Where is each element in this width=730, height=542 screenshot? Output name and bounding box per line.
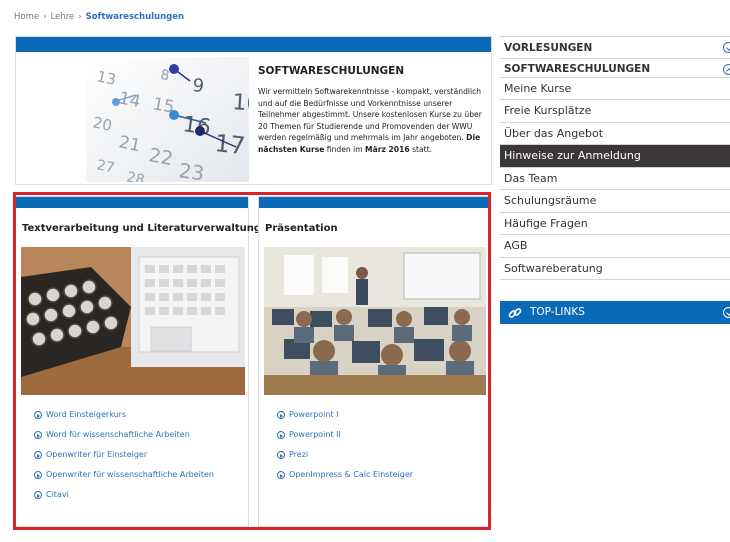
calendar-illustration: 13 14 15 16 17 20 21 22 23 8 9 10 27 28 [86,57,249,182]
sidebar-item-meine-kurse[interactable]: Meine Kurse [500,78,730,100]
cal-number: 22 [147,144,175,170]
hero-top-bar [16,37,491,52]
sidebar-item-label: Über das Angebot [504,126,604,140]
sidebar-item-label: Häufige Fragen [504,216,588,230]
breadcrumb-home[interactable]: Home [14,12,39,22]
hero-text-block: SOFTWARESCHULUNGEN Wir vermitteln Softwa… [258,65,488,156]
sidebar-item-label: Meine Kurse [504,81,572,95]
hero-title: SOFTWARESCHULUNGEN [258,65,405,77]
hero-description: Wir vermitteln Softwarekenntnisse - komp… [258,86,488,156]
sidebar-item-label: Hinweise zur Anmeldung [504,149,641,162]
sidebar-item-label: Schulungsräume [504,194,597,207]
sidebar-item-label: Das Team [504,171,558,185]
cal-number: 9 [191,75,205,97]
sidebar-item-hinweise-zur-anmeldung[interactable]: Hinweise zur Anmeldung [500,145,730,168]
sidebar-group-softwareschulungen: SOFTWARESCHULUNGEN [500,59,730,78]
sidebar-item-label: AGB [504,239,528,252]
sidebar-section-label: SOFTWARESCHULUNGEN [504,62,651,75]
breadcrumb-separator: › [43,12,47,22]
sidebar-item-softwareberatung[interactable]: Softwareberatung [500,258,730,280]
chevron-up-icon[interactable] [723,63,730,75]
cal-number: 16 [181,112,212,141]
sidebar-item-ueber-das-angebot[interactable]: Über das Angebot [500,123,730,145]
hero-teaser: 13 14 15 16 17 20 21 22 23 8 9 10 27 28 [15,36,492,185]
breadcrumb-separator: › [78,12,82,22]
breadcrumb: Home › Lehre › Softwareschulungen [14,12,184,22]
sidebar-section-softwareschulungen[interactable]: SOFTWARESCHULUNGEN [500,59,730,77]
sidebar-item-freie-kursplaetze[interactable]: Freie Kursplätze [500,100,730,123]
toplinks-label: TOP-LINKS [530,306,585,318]
hero-text-end: statt. [409,144,433,154]
sidebar-item-das-team[interactable]: Das Team [500,168,730,190]
sidebar-item-label: Freie Kursplätze [504,104,592,117]
cal-number: 23 [177,158,206,182]
sidebar-section-label: VORLESUNGEN [504,42,593,54]
hero-text-main: Wir vermitteln Softwarekenntnisse - komp… [258,87,482,143]
sidebar-item-label: Softwareberatung [504,261,603,275]
sidebar-item-schulungsraeume[interactable]: Schulungsräume [500,190,730,213]
sidebar-nav: VORLESUNGEN SOFTWARESCHULUNGEN Meine Kur… [500,36,730,280]
calendar-image: 13 14 15 16 17 20 21 22 23 8 9 10 27 28 [86,57,249,182]
chevron-down-icon[interactable] [723,42,730,53]
toplinks-bar[interactable]: TOP-LINKS [500,301,730,324]
hero-text-date: März 2016 [365,144,410,154]
breadcrumb-current: Softwareschulungen [85,12,185,22]
cal-number: 10 [232,90,249,117]
sidebar-item-haeufige-fragen[interactable]: Häufige Fragen [500,213,730,235]
chevron-down-icon[interactable] [723,307,730,318]
sidebar-item-agb[interactable]: AGB [500,235,730,258]
hero-text-mid: finden im [324,144,366,154]
sidebar-section-vorlesungen[interactable]: VORLESUNGEN [500,36,730,59]
link-icon [508,308,522,318]
breadcrumb-lehre[interactable]: Lehre [51,12,75,22]
selection-highlight [13,192,491,530]
